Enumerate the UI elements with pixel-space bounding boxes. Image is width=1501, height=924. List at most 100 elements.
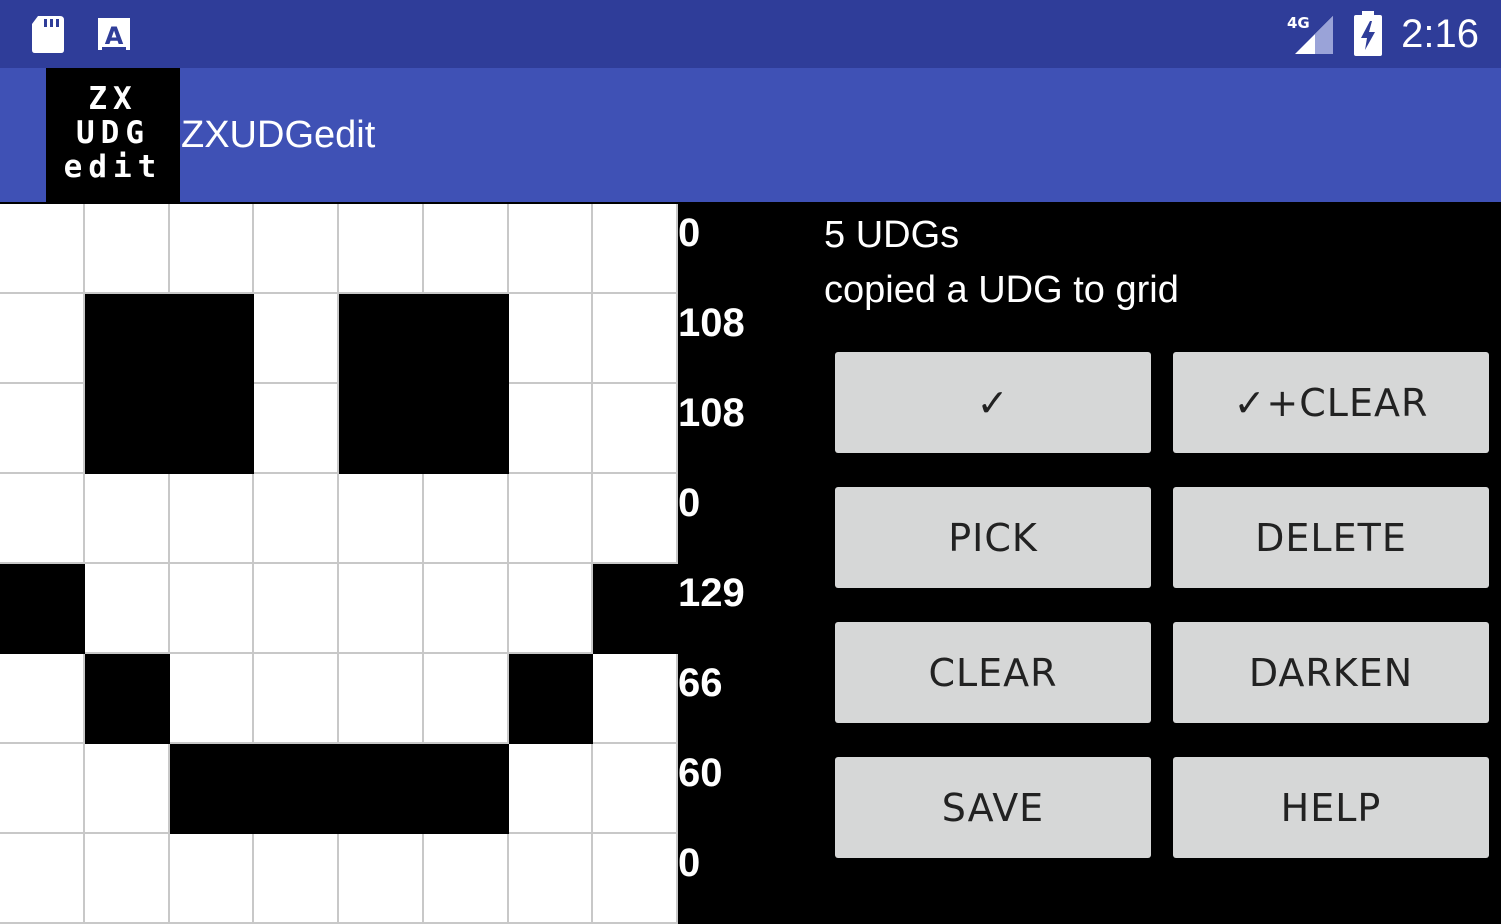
grid-cell[interactable] bbox=[169, 834, 255, 924]
grid-cell[interactable] bbox=[0, 294, 85, 384]
sd-card-icon bbox=[32, 16, 64, 53]
grid-cell[interactable] bbox=[508, 294, 594, 384]
grid-cell[interactable] bbox=[593, 744, 678, 834]
grid-cell[interactable] bbox=[423, 834, 509, 924]
grid-cell[interactable] bbox=[423, 744, 509, 834]
pick-button[interactable]: PICK bbox=[835, 487, 1151, 588]
grid-cell[interactable] bbox=[0, 204, 85, 294]
logo-line-1: ZX bbox=[88, 81, 138, 117]
grid-cell[interactable] bbox=[254, 564, 339, 654]
grid-cell[interactable] bbox=[254, 294, 339, 384]
grid-cell[interactable] bbox=[423, 564, 509, 654]
row-value: 108 bbox=[678, 391, 745, 435]
grid-cell[interactable] bbox=[339, 474, 424, 564]
grid-cell[interactable] bbox=[508, 564, 594, 654]
grid-cell[interactable] bbox=[339, 654, 424, 744]
action-buttons: ✓ ✓+CLEAR PICK DELETE CLEAR DARKEN SAVE HELP bbox=[835, 352, 1489, 858]
grid-cell[interactable] bbox=[84, 654, 170, 744]
text-input-icon: A bbox=[98, 18, 130, 50]
grid-cell[interactable] bbox=[339, 384, 424, 474]
grid-cell[interactable] bbox=[254, 744, 339, 834]
grid-cell[interactable] bbox=[254, 474, 339, 564]
signal-icon: 4G bbox=[1287, 14, 1334, 54]
grid-cell[interactable] bbox=[169, 204, 255, 294]
status-message: copied a UDG to grid bbox=[824, 269, 1179, 311]
grid-cell[interactable] bbox=[593, 384, 678, 474]
grid-cell[interactable] bbox=[84, 564, 170, 654]
grid-cell[interactable] bbox=[0, 834, 85, 924]
clear-button[interactable]: CLEAR bbox=[835, 622, 1151, 723]
grid-cell[interactable] bbox=[84, 384, 170, 474]
grid-cell[interactable] bbox=[254, 834, 339, 924]
app-logo: ZX UDG edit bbox=[46, 68, 180, 202]
grid-cell[interactable] bbox=[593, 564, 678, 654]
grid-cell[interactable] bbox=[84, 744, 170, 834]
grid-cell[interactable] bbox=[169, 744, 255, 834]
save-button[interactable]: SAVE bbox=[835, 757, 1151, 858]
grid-cell[interactable] bbox=[254, 204, 339, 294]
grid-cell[interactable] bbox=[84, 294, 170, 384]
grid-cell[interactable] bbox=[508, 744, 594, 834]
grid-cell[interactable] bbox=[0, 384, 85, 474]
grid-cell[interactable] bbox=[84, 834, 170, 924]
row-value: 60 bbox=[678, 751, 723, 795]
grid-cell[interactable] bbox=[423, 294, 509, 384]
grid-cell[interactable] bbox=[423, 474, 509, 564]
grid-cell[interactable] bbox=[339, 204, 424, 294]
row-value: 108 bbox=[678, 301, 745, 345]
grid-cell[interactable] bbox=[508, 474, 594, 564]
grid-cell[interactable] bbox=[339, 294, 424, 384]
battery-charging-icon bbox=[1354, 11, 1383, 56]
row-value: 66 bbox=[678, 661, 723, 705]
logo-line-3: edit bbox=[63, 149, 163, 185]
grid-cell[interactable] bbox=[423, 384, 509, 474]
grid-cell[interactable] bbox=[0, 744, 85, 834]
grid-cell[interactable] bbox=[254, 384, 339, 474]
clock: 2:16 bbox=[1401, 11, 1479, 56]
grid-cell[interactable] bbox=[0, 654, 85, 744]
grid-cell[interactable] bbox=[593, 834, 678, 924]
grid-cell[interactable] bbox=[254, 654, 339, 744]
grid-cell[interactable] bbox=[169, 654, 255, 744]
status-bar: A 4G 2:16 bbox=[0, 0, 1501, 68]
grid-cell[interactable] bbox=[423, 204, 509, 294]
grid-cell[interactable] bbox=[169, 564, 255, 654]
help-button[interactable]: HELP bbox=[1173, 757, 1489, 858]
row-value: 129 bbox=[678, 571, 745, 615]
grid-cell[interactable] bbox=[339, 564, 424, 654]
grid-cell[interactable] bbox=[508, 384, 594, 474]
row-values-column: 0 108 108 0 129 66 60 0 bbox=[678, 204, 808, 924]
app-bar: ZX UDG edit ZXUDGedit bbox=[0, 68, 1501, 202]
grid-cell[interactable] bbox=[423, 654, 509, 744]
logo-line-2: UDG bbox=[76, 115, 150, 151]
grid-cell[interactable] bbox=[169, 384, 255, 474]
grid-cell[interactable] bbox=[593, 294, 678, 384]
row-value: 0 bbox=[678, 211, 701, 255]
check-clear-button[interactable]: ✓+CLEAR bbox=[1173, 352, 1489, 453]
grid-cell[interactable] bbox=[169, 474, 255, 564]
udg-pixel-grid[interactable] bbox=[0, 204, 678, 924]
udg-count: 5 UDGs bbox=[824, 214, 960, 256]
grid-cell[interactable] bbox=[508, 654, 594, 744]
grid-cell[interactable] bbox=[508, 204, 594, 294]
grid-cell[interactable] bbox=[0, 474, 85, 564]
network-type-label: 4G bbox=[1287, 14, 1310, 32]
grid-cell[interactable] bbox=[593, 204, 678, 294]
grid-cell[interactable] bbox=[169, 294, 255, 384]
grid-cell[interactable] bbox=[508, 834, 594, 924]
row-value: 0 bbox=[678, 841, 701, 885]
grid-cell[interactable] bbox=[0, 564, 85, 654]
svg-text:A: A bbox=[105, 22, 124, 50]
grid-cell[interactable] bbox=[84, 204, 170, 294]
darken-button[interactable]: DARKEN bbox=[1173, 622, 1489, 723]
app-title: ZXUDGedit bbox=[181, 114, 376, 156]
grid-cell[interactable] bbox=[339, 744, 424, 834]
info-panel: 5 UDGs copied a UDG to grid bbox=[824, 208, 1179, 318]
grid-cell[interactable] bbox=[593, 474, 678, 564]
delete-button[interactable]: DELETE bbox=[1173, 487, 1489, 588]
row-value: 0 bbox=[678, 481, 701, 525]
grid-cell[interactable] bbox=[339, 834, 424, 924]
grid-cell[interactable] bbox=[593, 654, 678, 744]
check-button[interactable]: ✓ bbox=[835, 352, 1151, 453]
grid-cell[interactable] bbox=[84, 474, 170, 564]
